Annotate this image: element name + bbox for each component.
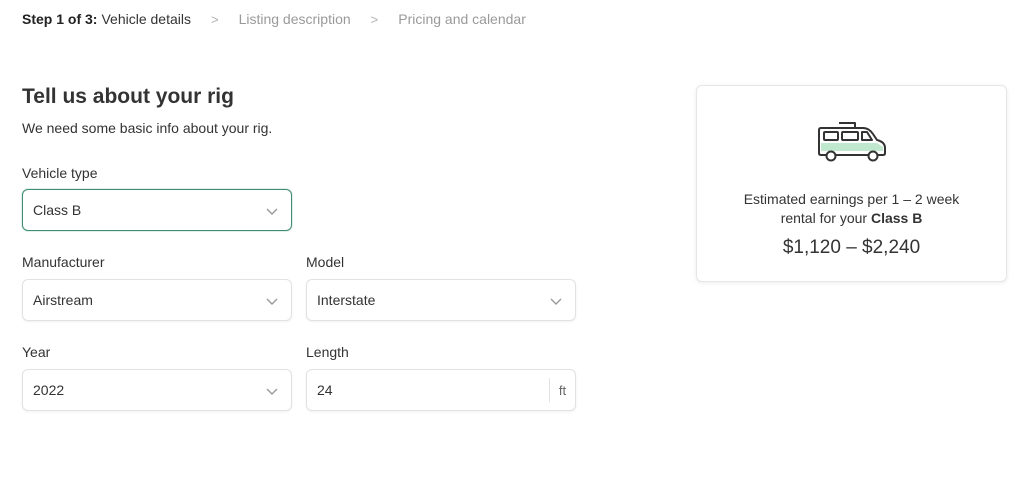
breadcrumb-separator: > [210,11,219,27]
model-label: Model [306,254,345,270]
length-unit: ft [549,378,575,402]
chevron-down-icon [266,388,278,395]
current-step-label: Vehicle details [101,11,191,27]
manufacturer-select[interactable]: Airstream [22,279,292,321]
breadcrumb-item-pricing-calendar[interactable]: Pricing and calendar [398,11,526,27]
breadcrumb-separator: > [370,11,379,27]
length-value: 24 [317,382,333,398]
breadcrumb-item-listing-description[interactable]: Listing description [239,11,351,27]
earnings-text-line1: Estimated earnings per 1 – 2 week [743,191,960,207]
breadcrumb: Step 1 of 3: Vehicle details > Listing de… [22,10,526,28]
year-value: 2022 [33,382,65,398]
length-input[interactable]: 24 ft [306,369,576,411]
manufacturer-value: Airstream [33,292,93,308]
van-icon [818,122,886,162]
earnings-description: Estimated earnings per 1 – 2 week rental… [697,190,1006,228]
vehicle-type-label: Vehicle type [22,165,98,181]
earnings-card: Estimated earnings per 1 – 2 week rental… [696,85,1007,282]
earnings-range: $1,120 – $2,240 [782,237,921,258]
year-select[interactable]: 2022 [22,369,292,411]
step-indicator: Step 1 of 3: [22,11,98,27]
model-value: Interstate [317,292,376,308]
chevron-down-icon [550,298,562,305]
vehicle-type-value: Class B [33,202,82,218]
page-title: Tell us about your rig [22,85,234,108]
earnings-text-line2: rental for your [780,210,868,226]
manufacturer-label: Manufacturer [22,254,105,270]
earnings-vehicle-class: Class B [870,210,923,226]
breadcrumb-current-step: Step 1 of 3: Vehicle details [22,11,191,27]
year-label: Year [22,344,51,360]
page-subtitle: We need some basic info about your rig. [22,120,273,136]
length-label: Length [306,344,349,360]
model-select[interactable]: Interstate [306,279,576,321]
chevron-down-icon [266,208,278,215]
vehicle-type-select[interactable]: Class B [22,189,292,231]
chevron-down-icon [266,298,278,305]
